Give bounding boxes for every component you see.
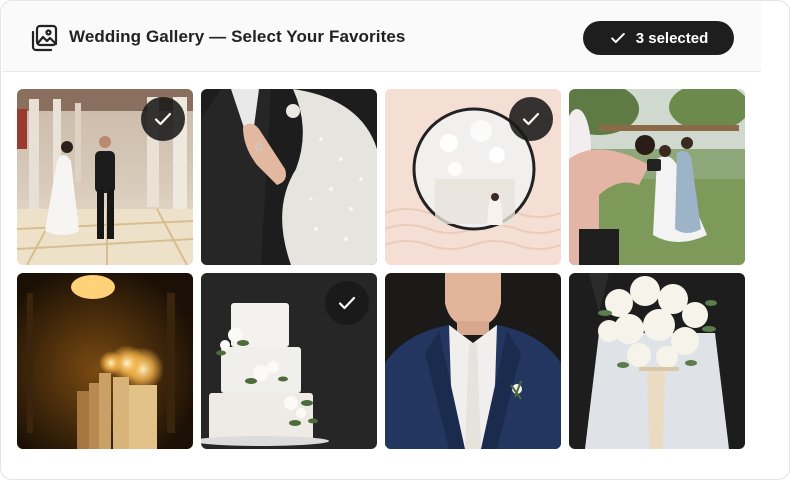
check-icon [154, 112, 172, 126]
check-icon [610, 32, 625, 44]
page-title: Wedding Gallery — Select Your Favorites [69, 27, 406, 46]
photo-tile[interactable] [569, 89, 745, 265]
photo-tile[interactable] [385, 273, 561, 449]
photo-image [201, 89, 377, 265]
gallery-header: Wedding Gallery — Select Your Favorites … [2, 2, 761, 72]
selected-check[interactable] [509, 97, 553, 141]
gallery-icon [31, 24, 58, 52]
photo-tile[interactable] [569, 273, 745, 449]
check-icon [522, 112, 540, 126]
photo-tile[interactable] [17, 273, 193, 449]
photo-tile[interactable] [385, 89, 561, 265]
photo-tile[interactable] [201, 273, 377, 449]
photo-image [569, 273, 745, 449]
photo-tile[interactable] [201, 89, 377, 265]
check-icon [338, 296, 356, 310]
photo-image [17, 273, 193, 449]
photo-tile[interactable] [17, 89, 193, 265]
selected-check[interactable] [141, 97, 185, 141]
photo-image [569, 89, 745, 265]
selected-check[interactable] [325, 281, 369, 325]
gallery-card: Wedding Gallery — Select Your Favorites … [0, 0, 790, 480]
photo-image [385, 273, 561, 449]
photo-grid [17, 89, 745, 449]
selected-count-label: 3 selected [635, 29, 709, 47]
selected-count-badge[interactable]: 3 selected [583, 21, 734, 55]
